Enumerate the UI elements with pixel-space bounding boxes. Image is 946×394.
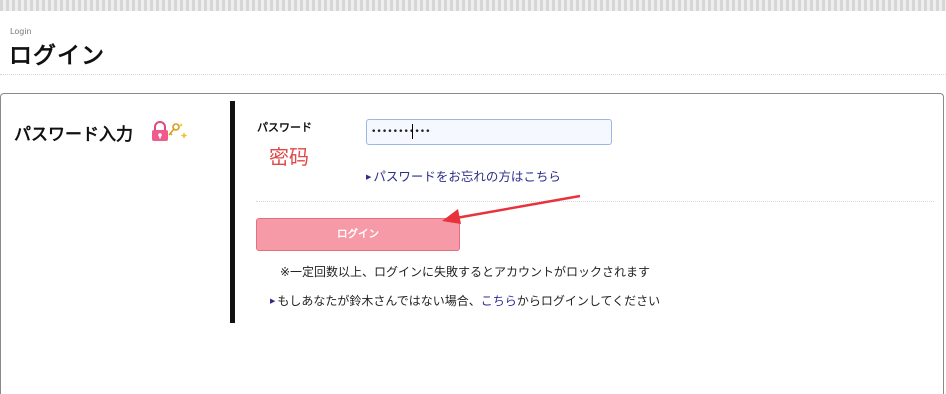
text-caret [412, 124, 413, 139]
not-me-link[interactable]: こちら [481, 294, 517, 308]
forgot-password-link[interactable]: ▶ パスワードをお忘れの方はこちら [366, 166, 561, 185]
section-heading: パスワード入力 [14, 125, 133, 145]
top-decorative-stripe [0, 0, 946, 11]
form-separator [256, 201, 934, 202]
title-divider [0, 74, 946, 75]
lock-warning-note: ※一定回数以上、ログインに失敗するとアカウントがロックされます [280, 265, 651, 279]
annotation-arrow-icon [442, 194, 581, 224]
not-me-prefix: もしあなたが鈴木さんではない場合、 [277, 294, 481, 308]
password-input[interactable] [366, 119, 612, 145]
triangle-bullet-icon: ▶ [366, 173, 372, 181]
lock-with-key-icon [152, 121, 188, 141]
password-annotation: 密码 [269, 145, 309, 169]
page-subtitle: Login [10, 27, 32, 36]
not-me-suffix: からログインしてください [516, 294, 661, 308]
login-button[interactable]: ログイン [256, 218, 460, 251]
password-label: パスワード [257, 121, 312, 134]
section-divider-bar [230, 101, 235, 323]
triangle-bullet-icon: ▶ [270, 297, 276, 305]
not-me-note: ▶ もしあなたが鈴木さんではない場合、こちらからログインしてください [270, 292, 660, 309]
forgot-password-text: パスワードをお忘れの方はこちら [373, 169, 561, 184]
page-title: ログイン [9, 43, 105, 69]
